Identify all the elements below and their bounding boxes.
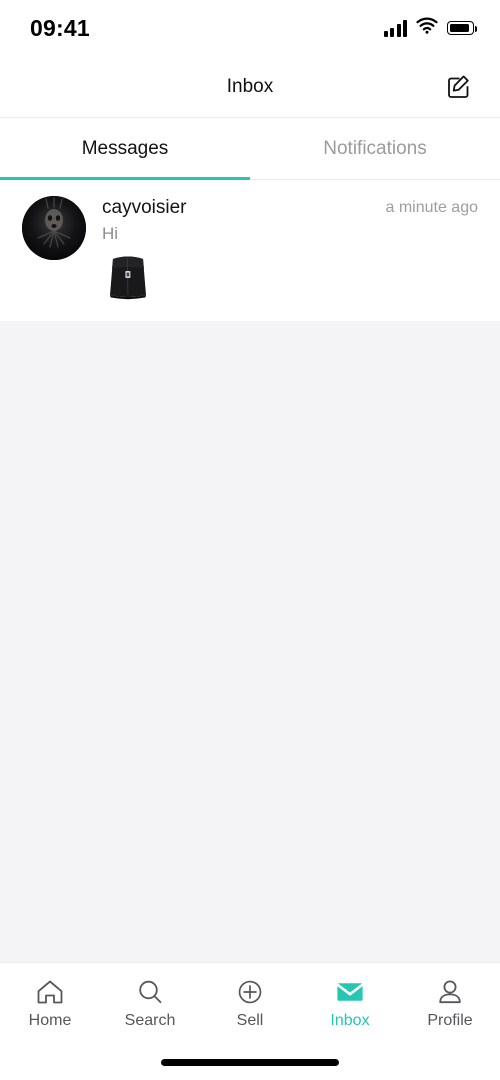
person-icon — [435, 977, 465, 1007]
tab-bar: Messages Notifications — [0, 118, 500, 180]
tab-notifications-label: Notifications — [323, 138, 427, 159]
home-icon — [35, 977, 65, 1007]
nav-item-home[interactable]: Home — [0, 977, 100, 1030]
page-title: Inbox — [226, 75, 274, 97]
nav-item-sell[interactable]: Sell — [200, 977, 300, 1030]
battery-icon — [447, 21, 478, 35]
nav-item-inbox[interactable]: Inbox — [300, 977, 400, 1030]
app-screen: 09:41 Inbox Messages Notifications cayvo… — [0, 0, 500, 1080]
message-preview-text: Hi — [102, 223, 119, 243]
message-username: cayvoisier — [102, 197, 187, 218]
message-timestamp: a minute ago — [385, 199, 478, 216]
nav-item-inbox-label: Inbox — [330, 1012, 370, 1029]
header-bar: Inbox — [0, 56, 500, 118]
avatar-cayvoisier[interactable] — [22, 196, 86, 260]
message-content: cayvoisier a minute ago Hi — [86, 196, 478, 301]
home-indicator[interactable] — [161, 1058, 339, 1066]
tab-notifications[interactable]: Notifications — [250, 118, 500, 180]
tab-messages[interactable]: Messages — [0, 118, 250, 180]
envelope-icon — [335, 977, 365, 1007]
nav-item-search-label: Search — [124, 1012, 176, 1029]
compose-icon[interactable] — [444, 72, 474, 102]
wifi-icon — [416, 17, 438, 39]
cellular-signal-icon — [383, 19, 407, 37]
status-icons — [383, 17, 478, 39]
home-indicator-area — [0, 1044, 500, 1080]
status-time: 09:41 — [30, 14, 90, 41]
empty-content-area — [0, 320, 500, 962]
status-bar: 09:41 — [0, 0, 500, 56]
bottom-navigation-bar: Home Search Sell Inbox Profile — [0, 962, 500, 1044]
search-icon — [135, 977, 165, 1007]
list-item[interactable]: cayvoisier a minute ago Hi — [0, 180, 500, 321]
message-list: cayvoisier a minute ago Hi — [0, 180, 500, 321]
nav-item-home-label: Home — [28, 1012, 72, 1029]
message-header-row: cayvoisier a minute ago — [102, 196, 478, 220]
nav-item-profile[interactable]: Profile — [400, 977, 500, 1030]
nav-item-profile-label: Profile — [427, 1012, 473, 1029]
nav-item-sell-label: Sell — [236, 1012, 264, 1029]
nav-item-search[interactable]: Search — [100, 977, 200, 1030]
tab-messages-label: Messages — [81, 138, 169, 159]
plus-circle-icon — [235, 977, 265, 1007]
message-attachment-thumbnail[interactable] — [102, 252, 154, 301]
